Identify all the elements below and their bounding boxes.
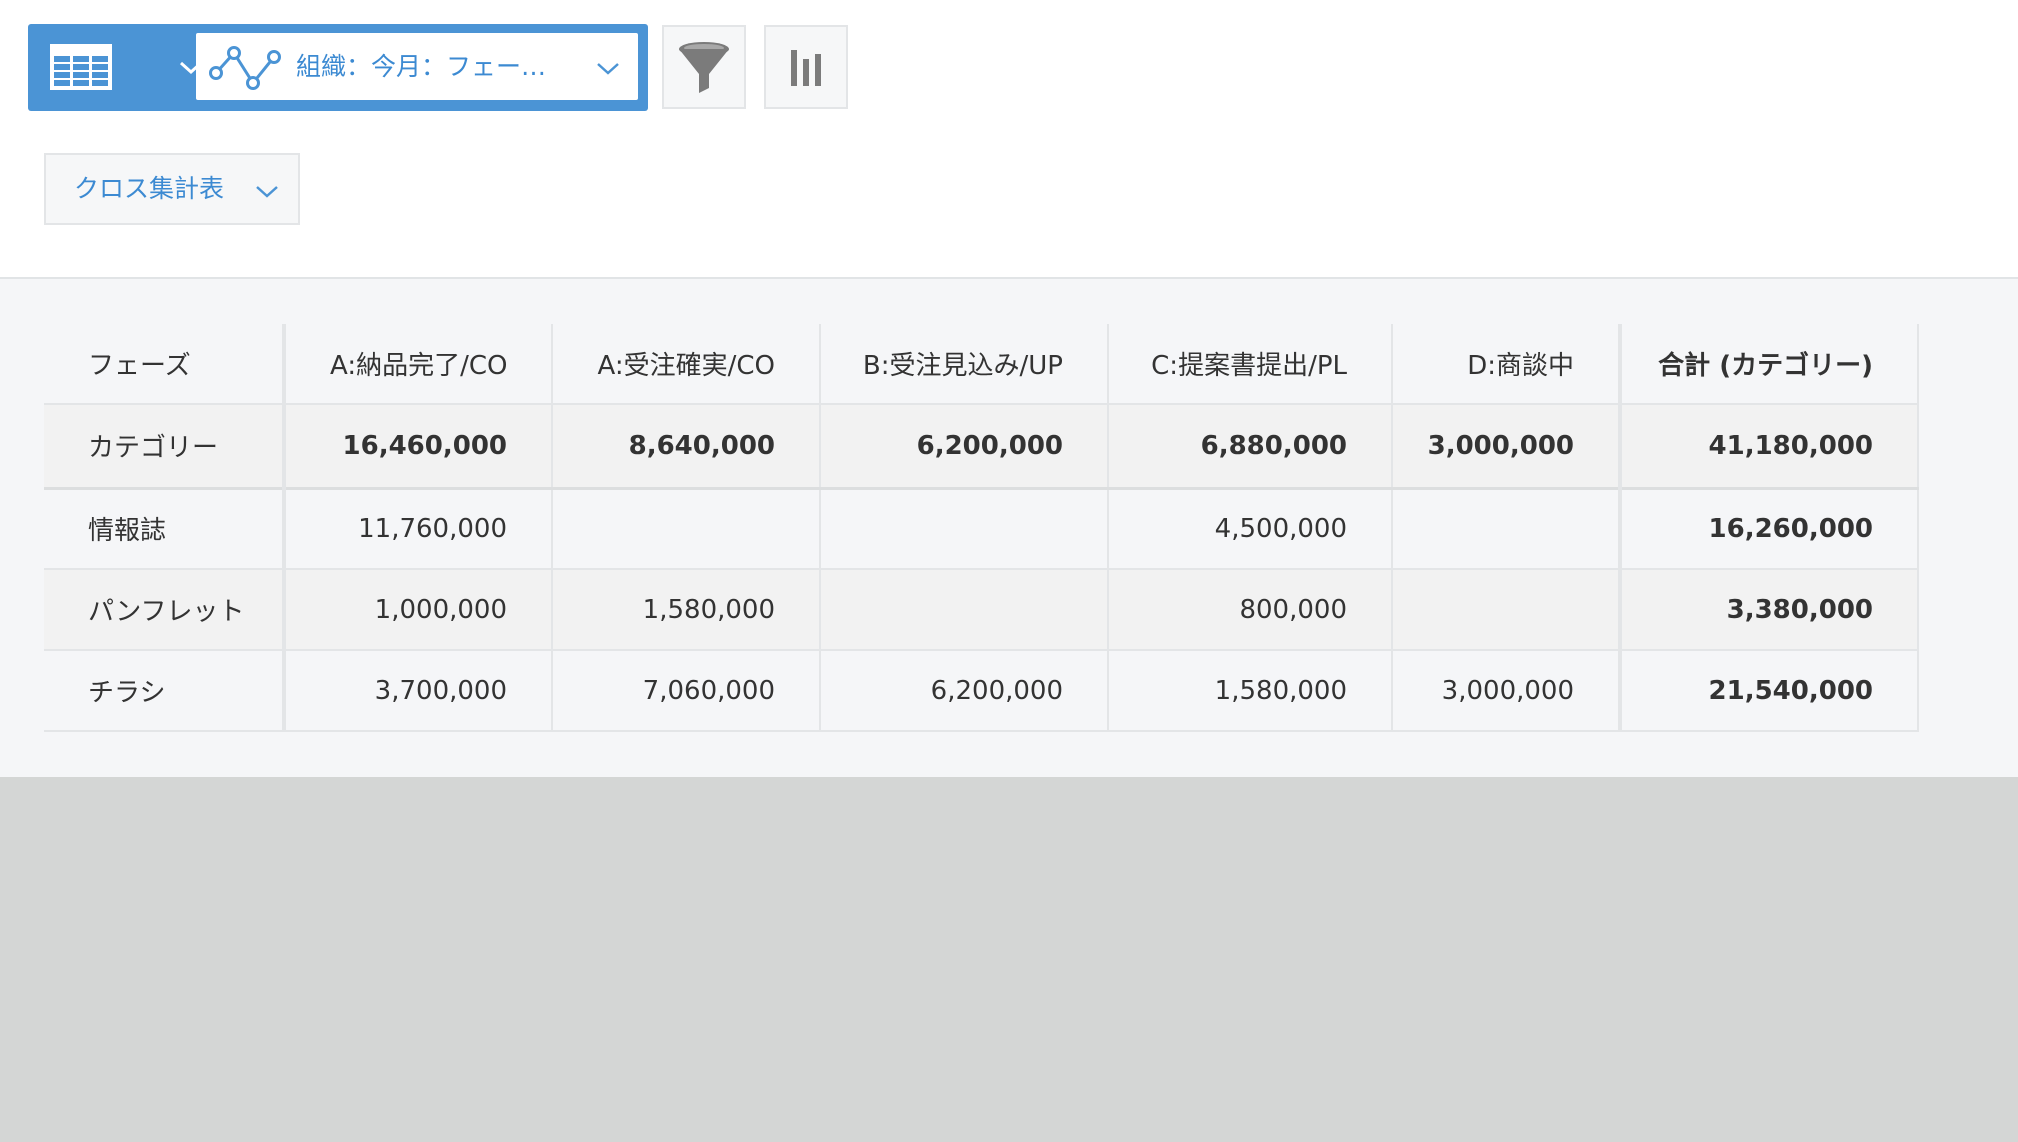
bar-chart-icon — [791, 50, 821, 86]
chart-type-select[interactable]: クロス集計表 — [44, 153, 300, 225]
cell: 16,460,000 — [283, 404, 553, 490]
row-label: カテゴリー — [44, 404, 286, 490]
crosstab-table: フェーズ A:納品完了/CO A:受注確実/CO B:受注見込み/UP C:提案… — [44, 324, 1919, 732]
cell: 3,000,000 — [1391, 404, 1621, 490]
row-label: 情報誌 — [44, 488, 286, 570]
total-cell: 16,260,000 — [1618, 488, 1919, 570]
cell: 3,000,000 — [1391, 650, 1621, 732]
chart-options-button[interactable] — [764, 25, 848, 109]
header-phase: フェーズ — [44, 324, 286, 405]
header-total: 合計 (カテゴリー) — [1618, 324, 1919, 405]
report-select[interactable]: 組織：今月：フェー… — [196, 33, 638, 100]
cell: 8,640,000 — [551, 404, 821, 490]
cell: 1,000,000 — [283, 569, 553, 651]
table-row: パンフレット 1,000,000 1,580,000 800,000 3,380… — [44, 569, 1919, 651]
crosstab-area: フェーズ A:納品完了/CO A:受注確実/CO B:受注見込み/UP C:提案… — [0, 279, 2018, 777]
header-d-negotiating: D:商談中 — [1391, 324, 1621, 405]
cell: 7,060,000 — [551, 650, 821, 732]
cell: 6,200,000 — [819, 404, 1109, 490]
cell — [819, 569, 1109, 651]
line-graph-icon — [209, 46, 281, 90]
view-switcher[interactable]: 組織：今月：フェー… — [28, 24, 648, 111]
table-icon[interactable] — [50, 44, 112, 90]
header-c-proposal: C:提案書提出/PL — [1107, 324, 1393, 405]
cell: 1,580,000 — [1107, 650, 1393, 732]
total-cell: 41,180,000 — [1618, 404, 1919, 490]
chevron-down-icon — [597, 63, 619, 75]
table-row: チラシ 3,700,000 7,060,000 6,200,000 1,580,… — [44, 650, 1919, 732]
header-a-delivered: A:納品完了/CO — [283, 324, 553, 405]
cell — [1391, 569, 1621, 651]
subtotal-row: カテゴリー 16,460,000 8,640,000 6,200,000 6,8… — [44, 404, 1919, 490]
cell — [819, 488, 1109, 570]
chevron-down-icon — [256, 186, 278, 198]
cell — [1391, 488, 1621, 570]
cell — [551, 488, 821, 570]
cell: 4,500,000 — [1107, 488, 1393, 570]
filter-button[interactable] — [662, 25, 746, 109]
header-row: フェーズ A:納品完了/CO A:受注確実/CO B:受注見込み/UP C:提案… — [44, 324, 1919, 405]
chart-type-label: クロス集計表 — [74, 174, 225, 203]
cell: 3,700,000 — [283, 650, 553, 732]
cell: 6,200,000 — [819, 650, 1109, 732]
row-label: チラシ — [44, 650, 286, 732]
cell: 800,000 — [1107, 569, 1393, 651]
table-row: 情報誌 11,760,000 4,500,000 16,260,000 — [44, 488, 1919, 570]
cell: 11,760,000 — [283, 488, 553, 570]
header-b-expected: B:受注見込み/UP — [819, 324, 1109, 405]
row-label: パンフレット — [44, 569, 286, 651]
header-a-confirmed: A:受注確実/CO — [551, 324, 821, 405]
report-toolbar-area: 組織：今月：フェー… クロス集計表 — [0, 0, 2018, 279]
cell: 1,580,000 — [551, 569, 821, 651]
cell: 6,880,000 — [1107, 404, 1393, 490]
total-cell: 3,380,000 — [1618, 569, 1919, 651]
funnel-icon — [679, 42, 729, 93]
total-cell: 21,540,000 — [1618, 650, 1919, 732]
report-select-label: 組織：今月：フェー… — [296, 52, 547, 81]
